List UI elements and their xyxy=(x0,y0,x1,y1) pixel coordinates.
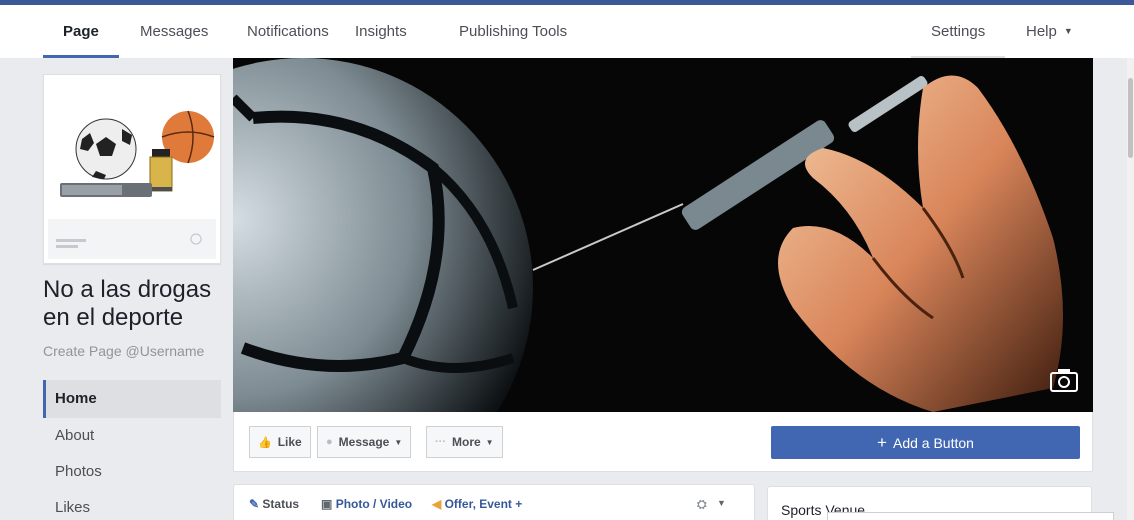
tab-page[interactable]: Page xyxy=(43,5,119,58)
more-button[interactable]: ··· More ▼ xyxy=(426,426,503,458)
caret-down-icon: ▼ xyxy=(716,498,726,508)
add-button-label: Add a Button xyxy=(892,434,974,451)
ellipsis-icon: ··· xyxy=(435,436,446,448)
tab-settings[interactable]: Settings xyxy=(910,5,1006,58)
message-label: Message xyxy=(338,435,390,449)
audience-icon: ⛭ xyxy=(697,497,707,511)
cover-photo[interactable] xyxy=(233,58,1093,412)
tab-help[interactable]: Help ▼ xyxy=(1026,5,1073,58)
camera-icon[interactable] xyxy=(1049,367,1079,393)
add-a-button[interactable]: + Add a Button xyxy=(771,426,1080,459)
plus-icon: + xyxy=(877,432,887,452)
camera-icon: ▣ xyxy=(321,497,333,511)
sports-drugs-illustration xyxy=(48,79,216,259)
cover-image xyxy=(233,58,1093,412)
offer-event-label: Offer, Event + xyxy=(444,497,523,511)
offer-event-option[interactable]: ◀ Offer, Event + xyxy=(432,497,522,511)
page-admin-tabs: Page Messages Notifications Insights Pub… xyxy=(0,0,1134,58)
nav-item-home[interactable]: Home xyxy=(43,380,221,418)
tab-messages[interactable]: Messages xyxy=(140,5,208,58)
message-button[interactable]: ● Message ▼ xyxy=(317,426,412,458)
caret-down-icon: ▼ xyxy=(1063,26,1073,36)
post-composer: ✎ Status ▣ Photo / Video ◀ Offer, Event … xyxy=(233,484,755,520)
more-label: More xyxy=(452,435,481,449)
like-label: Like xyxy=(277,435,302,449)
tab-insights[interactable]: Insights xyxy=(355,5,407,58)
popover-box xyxy=(827,512,1114,520)
caret-down-icon: ▼ xyxy=(485,437,494,447)
help-label: Help xyxy=(1026,23,1057,40)
page-title: No a las drogas en el deporte xyxy=(43,276,212,331)
tab-notifications[interactable]: Notifications xyxy=(247,5,329,58)
create-username-link[interactable]: Create Page @Username xyxy=(43,343,204,359)
messenger-icon: ● xyxy=(326,436,333,448)
photo-video-option[interactable]: ▣ Photo / Video xyxy=(321,497,412,511)
nav-item-about[interactable]: About xyxy=(43,418,221,454)
tab-publishing-tools[interactable]: Publishing Tools xyxy=(459,5,567,58)
caret-down-icon: ▼ xyxy=(394,437,403,447)
status-option[interactable]: ✎ Status xyxy=(249,497,299,511)
scrollbar[interactable] xyxy=(1127,58,1134,520)
profile-picture[interactable] xyxy=(43,74,221,264)
nav-item-likes[interactable]: Likes xyxy=(43,490,221,520)
like-button[interactable]: 👍 Like xyxy=(249,426,311,458)
megaphone-icon: ◀ xyxy=(432,497,442,511)
thumbs-up-icon: 👍 xyxy=(258,436,272,449)
pencil-icon: ✎ xyxy=(249,497,260,511)
audience-selector[interactable]: ⛭ ▼ xyxy=(697,497,726,512)
photo-video-label: Photo / Video xyxy=(335,497,413,511)
status-label: Status xyxy=(262,497,300,511)
nav-item-photos[interactable]: Photos xyxy=(43,454,221,490)
profile-image xyxy=(48,79,216,259)
scrollbar-thumb[interactable] xyxy=(1128,78,1133,158)
page-nav: Home About Photos Likes xyxy=(43,380,221,520)
